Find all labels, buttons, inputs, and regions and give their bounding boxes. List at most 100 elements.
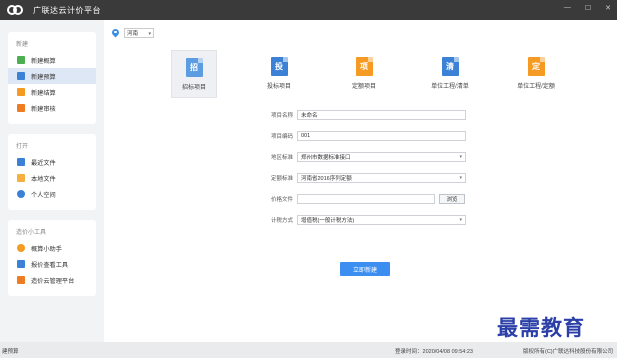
app-title: 广联达云计价平台 bbox=[33, 5, 101, 15]
sidebar-item-label: 最近文件 bbox=[31, 159, 56, 167]
sidebar-group-title: 造价小工具 bbox=[16, 230, 47, 236]
tile-glyph: 清 bbox=[446, 62, 454, 71]
quota-doc-icon: 项 bbox=[355, 57, 373, 76]
tile-label: 定额项目 bbox=[351, 84, 376, 90]
minimize-icon[interactable]: — bbox=[564, 4, 571, 12]
sidebar-item-label: 个人空间 bbox=[31, 191, 56, 199]
tax-method-select[interactable]: 增值税(一般计税方法) ▾ bbox=[297, 214, 466, 225]
bill-doc-icon: 清 bbox=[441, 57, 459, 76]
form-row-price-file: 价格文件 浏览 bbox=[254, 190, 474, 207]
tile-glyph: 投 bbox=[275, 62, 283, 71]
status-left-text: 建预算 bbox=[2, 349, 19, 355]
close-icon[interactable]: ✕ bbox=[605, 4, 611, 12]
region-standard-select[interactable]: 郑州市数据标准接口 ▾ bbox=[297, 151, 466, 162]
quota-standard-select[interactable]: 河南省2016序列定额 ▾ bbox=[297, 172, 466, 183]
select-value: 增值税(一般计税方法) bbox=[301, 217, 355, 224]
create-now-button[interactable]: 立即新建 bbox=[340, 262, 390, 276]
sidebar-item-label: 新建结算 bbox=[31, 89, 56, 97]
chevron-down-icon: ▾ bbox=[459, 174, 462, 181]
login-time-value: 2020/04/08 09:54:23 bbox=[422, 349, 473, 355]
tile-label: 单位工程/清单 bbox=[431, 84, 469, 90]
sidebar-item-cloud-platform[interactable]: 造价云管理平台 bbox=[8, 272, 96, 288]
form-row-project-name: 项目名称 未命名 bbox=[254, 106, 474, 123]
budget-icon bbox=[17, 72, 25, 80]
form-row-tax-method: 计税方式 增值税(一般计税方法) ▾ bbox=[254, 211, 474, 228]
sidebar: 新建 新建概算 新建预算 新建结算 新建审核 打开 最近文件 本地文件 个人空间… bbox=[0, 20, 104, 342]
tile-bid-project[interactable]: 投 投标项目 bbox=[256, 50, 302, 98]
sidebar-group-title: 新建 bbox=[16, 42, 29, 48]
quote-viewer-icon bbox=[17, 260, 25, 268]
local-files-icon bbox=[17, 174, 25, 182]
select-value: 郑州市数据标准接口 bbox=[301, 154, 351, 161]
sidebar-item-estimate-assistant[interactable]: 概算小助手 bbox=[8, 240, 96, 256]
field-label: 项目编码 bbox=[270, 133, 293, 140]
budget-estimate-icon bbox=[17, 56, 25, 64]
settlement-icon bbox=[17, 88, 25, 96]
login-time-label: 登录时间： bbox=[395, 349, 423, 355]
sidebar-item-label: 本地文件 bbox=[31, 175, 56, 183]
sidebar-item-label: 新建预算 bbox=[31, 73, 56, 81]
browse-button[interactable]: 浏览 bbox=[439, 193, 465, 204]
region-dropdown[interactable]: 河南 ▾ bbox=[124, 28, 154, 38]
sidebar-item-new-settlement[interactable]: 新建结算 bbox=[8, 84, 96, 100]
maximize-icon[interactable]: ☐ bbox=[585, 4, 591, 12]
bid-doc-icon: 投 bbox=[270, 57, 288, 76]
chevron-down-icon: ▾ bbox=[459, 153, 462, 160]
tile-glyph: 项 bbox=[360, 62, 368, 71]
field-label: 地区标准 bbox=[270, 154, 293, 161]
tile-unit-quota[interactable]: 定 单位工程/定额 bbox=[513, 50, 559, 98]
field-label: 价格文件 bbox=[270, 196, 293, 203]
audit-icon bbox=[17, 104, 25, 112]
sidebar-item-label: 报价查看工具 bbox=[31, 261, 69, 269]
chevron-down-icon: ▾ bbox=[148, 31, 151, 37]
tile-glyph: 招 bbox=[190, 63, 198, 72]
sidebar-item-label: 概算小助手 bbox=[31, 245, 62, 253]
new-project-form: 项目名称 未命名 项目编码 001 地区标准 郑州市数据标准接口 ▾ 定额标准 … bbox=[254, 106, 474, 232]
region-selector: 河南 ▾ bbox=[112, 28, 154, 38]
sidebar-item-local-files[interactable]: 本地文件 bbox=[8, 170, 96, 186]
tile-glyph: 定 bbox=[532, 62, 540, 71]
estimate-assistant-icon bbox=[17, 244, 25, 252]
status-bar: 建预算 登录时间：2020/04/08 09:54:23 版权所有(C)广联达科… bbox=[0, 342, 617, 358]
sidebar-item-new-estimate[interactable]: 新建概算 bbox=[8, 52, 96, 68]
field-label: 定额标准 bbox=[270, 175, 293, 182]
login-time: 登录时间：2020/04/08 09:54:23 bbox=[395, 347, 473, 355]
sidebar-item-quote-viewer[interactable]: 报价查看工具 bbox=[8, 256, 96, 272]
tender-doc-icon: 招 bbox=[185, 58, 203, 77]
chevron-down-icon: ▾ bbox=[459, 216, 462, 223]
region-value: 河南 bbox=[127, 31, 139, 37]
location-pin-icon bbox=[112, 29, 119, 38]
tile-unit-bill[interactable]: 清 单位工程/清单 bbox=[427, 50, 473, 98]
window-controls: — ☐ ✕ bbox=[564, 4, 611, 12]
sidebar-group-title: 打开 bbox=[16, 144, 29, 150]
sidebar-item-label: 造价云管理平台 bbox=[31, 277, 75, 285]
project-type-tiles: 招 招标项目 投 投标项目 项 定额项目 清 单位工程/清单 定 单位工程/定额 bbox=[104, 50, 617, 98]
price-file-input[interactable] bbox=[297, 193, 435, 204]
project-name-input[interactable]: 未命名 bbox=[297, 109, 466, 120]
tile-label: 投标项目 bbox=[266, 84, 291, 90]
sidebar-item-recent-files[interactable]: 最近文件 bbox=[8, 154, 96, 170]
tile-label: 招标项目 bbox=[181, 85, 206, 91]
form-row-region-standard: 地区标准 郑州市数据标准接口 ▾ bbox=[254, 148, 474, 165]
select-value: 河南省2016序列定额 bbox=[301, 175, 352, 182]
tile-label: 单位工程/定额 bbox=[517, 84, 555, 90]
sidebar-group-tools: 造价小工具 概算小助手 报价查看工具 造价云管理平台 bbox=[8, 220, 96, 296]
app-logo-icon bbox=[7, 4, 25, 16]
quota-unit-doc-icon: 定 bbox=[527, 57, 545, 76]
form-row-project-code: 项目编码 001 bbox=[254, 127, 474, 144]
sidebar-item-label: 新建概算 bbox=[31, 57, 56, 65]
sidebar-group-open: 打开 最近文件 本地文件 个人空间 bbox=[8, 134, 96, 210]
sidebar-item-new-budget[interactable]: 新建预算 bbox=[8, 68, 96, 84]
tile-tender-project[interactable]: 招 招标项目 bbox=[171, 50, 217, 98]
watermark-text: 最需教育 bbox=[497, 315, 585, 340]
main-panel: 河南 ▾ 招 招标项目 投 投标项目 项 定额项目 清 单位工程/清单 定 单位… bbox=[104, 20, 617, 342]
sidebar-item-new-audit[interactable]: 新建审核 bbox=[8, 100, 96, 116]
field-label: 项目名称 bbox=[270, 112, 293, 119]
sidebar-item-personal-space[interactable]: 个人空间 bbox=[8, 186, 96, 202]
cloud-platform-icon bbox=[17, 276, 25, 284]
tile-quota-project[interactable]: 项 定额项目 bbox=[341, 50, 387, 98]
sidebar-group-new: 新建 新建概算 新建预算 新建结算 新建审核 bbox=[8, 32, 96, 124]
personal-space-icon bbox=[17, 190, 25, 198]
recent-files-icon bbox=[17, 158, 25, 166]
project-code-input[interactable]: 001 bbox=[297, 130, 466, 141]
